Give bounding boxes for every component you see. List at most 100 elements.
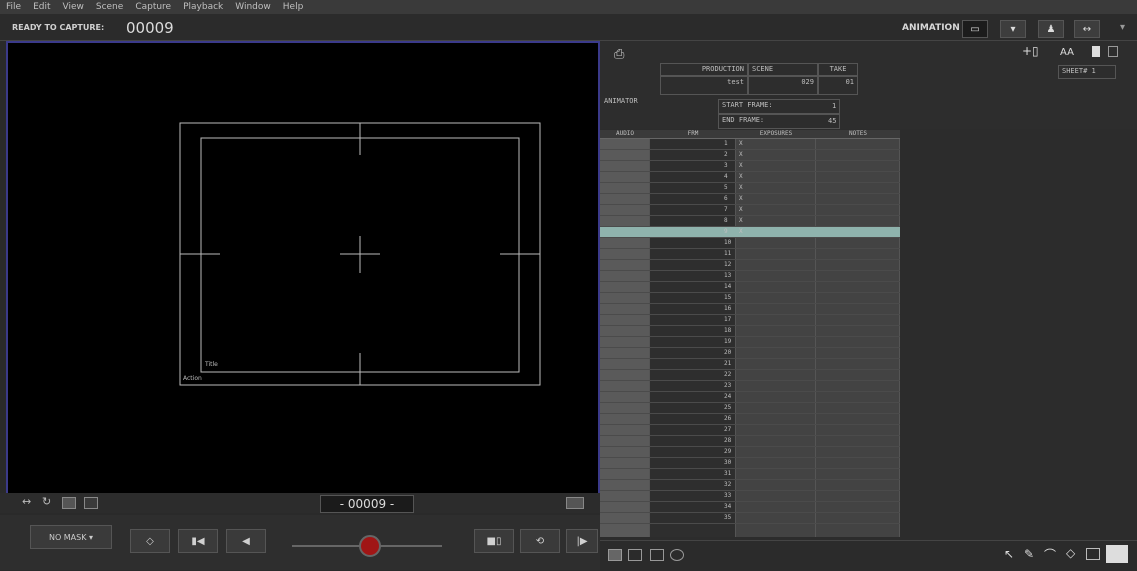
step-back-icon: ▮◀	[191, 535, 205, 547]
link-icon[interactable]	[670, 549, 684, 561]
table-row[interactable]: 11	[600, 249, 900, 260]
table-row[interactable]: 26	[600, 414, 900, 425]
print-icon[interactable]: ⎙	[614, 47, 624, 62]
table-row[interactable]: 12	[600, 260, 900, 271]
table-row[interactable]: 31	[600, 469, 900, 480]
filter-view-button[interactable]: ▾	[1000, 20, 1026, 38]
table-row[interactable]: 10	[600, 238, 900, 249]
table-row[interactable]: 15	[600, 293, 900, 304]
table-row[interactable]: 20	[600, 348, 900, 359]
table-row[interactable]: 34	[600, 502, 900, 513]
frame-readout[interactable]: - 00009 -	[320, 495, 414, 513]
exposure-mark[interactable]: X	[739, 162, 743, 169]
table-row[interactable]: 30	[600, 458, 900, 469]
swap-arrows-icon[interactable]: ↔	[22, 495, 31, 508]
table-row[interactable]: 18	[600, 326, 900, 337]
table-row[interactable]: 35	[600, 513, 900, 524]
table-row[interactable]: 24	[600, 392, 900, 403]
column-header-exposures: EXPOSURES	[759, 130, 793, 137]
table-row[interactable]: 29	[600, 447, 900, 458]
table-row[interactable]: 33	[600, 491, 900, 502]
exposure-mark[interactable]: X	[739, 173, 743, 180]
eraser-icon[interactable]: ◇	[1066, 546, 1075, 560]
font-size-icon[interactable]: AA	[1060, 47, 1074, 58]
table-row[interactable]: 4X	[600, 172, 900, 183]
exposure-mark[interactable]: X	[739, 151, 743, 158]
table-row[interactable]: 8X	[600, 216, 900, 227]
table-row[interactable]: 32	[600, 480, 900, 491]
table-row[interactable]: 14	[600, 282, 900, 293]
frame-number: 22	[724, 371, 732, 378]
table-row[interactable]: 22	[600, 370, 900, 381]
box-icon[interactable]	[650, 549, 664, 561]
table-row[interactable]: 9X	[600, 227, 900, 238]
table-row[interactable]: 17	[600, 315, 900, 326]
exposure-mark[interactable]: X	[739, 195, 743, 202]
exposure-grid[interactable]: AUDIO FRM EXPOSURES NOTES 1X2X3X4X5X6X7X8X9…	[600, 130, 900, 537]
mask-dropdown[interactable]: NO MASK ▾	[30, 525, 112, 549]
table-row[interactable]: 19	[600, 337, 900, 348]
table-row[interactable]: 27	[600, 425, 900, 436]
grid-icon[interactable]	[62, 497, 76, 509]
add-sheet-icon[interactable]: +▯	[1022, 44, 1039, 58]
frame-select-icon[interactable]	[628, 549, 642, 561]
curve-icon[interactable]: ⌒	[1044, 546, 1056, 563]
film-icon[interactable]	[608, 549, 622, 561]
table-row[interactable]: 3X	[600, 161, 900, 172]
table-row[interactable]: 13	[600, 271, 900, 282]
table-row[interactable]: 28	[600, 436, 900, 447]
layout-icon[interactable]	[1108, 46, 1118, 57]
exposure-mark[interactable]: X	[739, 206, 743, 213]
table-row[interactable]: 7X	[600, 205, 900, 216]
table-row[interactable]: 25	[600, 403, 900, 414]
menu-item-scene[interactable]: Scene	[96, 2, 123, 12]
step-back-button[interactable]: ▮◀	[178, 529, 218, 553]
table-row[interactable]: 6X	[600, 194, 900, 205]
play-reverse-button[interactable]: ◀	[226, 529, 266, 553]
table-row[interactable]: 1X	[600, 139, 900, 150]
loop-playback-button[interactable]: ⟲	[520, 529, 560, 553]
table-row[interactable]: 23	[600, 381, 900, 392]
menu-item-window[interactable]: Window	[235, 2, 271, 12]
menu-item-view[interactable]: View	[63, 2, 84, 12]
workspace-mode-label[interactable]: ANIMATION	[902, 23, 960, 33]
loop-icon[interactable]: ↻	[42, 495, 51, 508]
table-row[interactable]: 16	[600, 304, 900, 315]
cursor-icon[interactable]: ↖	[1004, 547, 1014, 561]
table-row[interactable]: 21	[600, 359, 900, 370]
filmstrip-icon[interactable]	[84, 497, 98, 509]
keyboard-icon[interactable]	[566, 497, 584, 509]
person-icon: ♟	[1046, 23, 1056, 35]
exposure-mark[interactable]: X	[739, 217, 743, 224]
onion-skin-button[interactable]: ◇	[130, 529, 170, 553]
menu-item-capture[interactable]: Capture	[135, 2, 171, 12]
end-frame-value[interactable]: 45	[828, 117, 836, 125]
live-view-button[interactable]: ■▯	[474, 529, 514, 553]
step-forward-button[interactable]: |▶	[566, 529, 598, 553]
camera-view-button[interactable]: ♟	[1038, 20, 1064, 38]
capture-viewer[interactable]: Title Action	[6, 41, 600, 495]
pencil-icon[interactable]: ✎	[1024, 547, 1034, 561]
play-reverse-icon: ◀	[242, 535, 250, 547]
menu-arrow-icon[interactable]: ▾	[1120, 22, 1125, 33]
exposure-mark[interactable]: X	[739, 228, 743, 235]
animation-view-button[interactable]: ▭	[962, 20, 988, 38]
frame-number: 31	[724, 470, 732, 477]
menu-item-help[interactable]: Help	[283, 2, 304, 12]
exposure-mark[interactable]: X	[739, 140, 743, 147]
table-row[interactable]: 5X	[600, 183, 900, 194]
menu-item-edit[interactable]: Edit	[33, 2, 50, 12]
table-row[interactable]: 2X	[600, 150, 900, 161]
expand-button[interactable]: ↔	[1074, 20, 1100, 38]
menu-item-playback[interactable]: Playback	[183, 2, 223, 12]
line-width-icon[interactable]	[1086, 548, 1100, 560]
menu-item-file[interactable]: File	[6, 2, 21, 12]
production-value[interactable]: test	[660, 76, 748, 95]
record-button[interactable]	[359, 535, 381, 557]
page-icon[interactable]	[1092, 46, 1100, 57]
scene-value[interactable]: 029	[748, 76, 818, 95]
exposure-mark[interactable]: X	[739, 184, 743, 191]
take-value[interactable]: 01	[818, 76, 858, 95]
start-frame-value[interactable]: 1	[832, 102, 836, 110]
color-swatch[interactable]	[1106, 545, 1128, 563]
